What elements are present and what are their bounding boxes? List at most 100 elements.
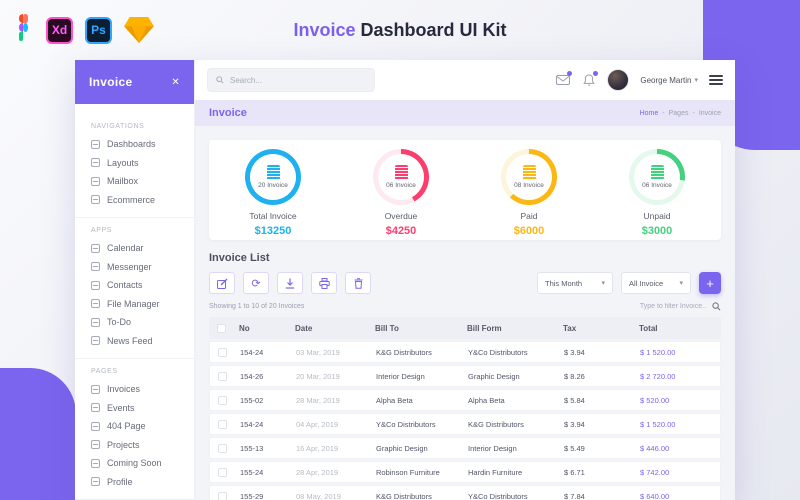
table-row[interactable]: 154-26 20 Mar, 2019 Interior Design Grap… xyxy=(209,365,721,387)
stat-amount: $6000 xyxy=(514,225,545,237)
notifications-bell-icon[interactable] xyxy=(581,73,596,88)
delete-button[interactable] xyxy=(345,272,371,294)
sidebar-item-layouts[interactable]: Layouts xyxy=(91,154,194,173)
row-checkbox[interactable] xyxy=(218,348,227,357)
sidebar-item-contacts[interactable]: Contacts xyxy=(91,276,194,295)
promo-canvas: Xd Ps Invoice Dashboard UI Kit Invoice ✕ xyxy=(0,0,800,500)
sidebar-item-events[interactable]: Events xyxy=(91,399,194,418)
row-checkbox[interactable] xyxy=(218,372,227,381)
sidebar-item-projects[interactable]: Projects xyxy=(91,436,194,455)
design-tool-icons: Xd Ps xyxy=(12,14,154,46)
row-checkbox[interactable] xyxy=(218,396,227,405)
table-row[interactable]: 154-24 03 Mar, 2019 K&G Distributors Y&C… xyxy=(209,341,721,363)
download-icon xyxy=(285,278,295,289)
sidebar-item-profile[interactable]: Profile xyxy=(91,473,194,492)
user-menu[interactable]: George Martin ▾ xyxy=(640,76,698,85)
breadcrumb-pages[interactable]: Pages xyxy=(669,110,689,117)
col-total: Total xyxy=(639,324,721,333)
sidebar-item-ecommerce[interactable]: Ecommerce xyxy=(91,191,194,210)
sidebar-item-404-page[interactable]: 404 Page xyxy=(91,417,194,436)
total-invoice-ring: 20 Invoice xyxy=(245,149,301,205)
sketch-icon xyxy=(124,17,154,43)
row-checkbox[interactable] xyxy=(218,420,227,429)
sidebar-section-navigations: NAVIGATIONS xyxy=(91,123,194,130)
edit-icon xyxy=(217,278,228,289)
invoice-summary-card: 20 Invoice Total Invoice $13250 06 Invoi… xyxy=(209,140,721,240)
col-no: No xyxy=(239,324,295,333)
select-all-checkbox[interactable] xyxy=(217,324,226,333)
sidebar-item-file-manager[interactable]: File Manager xyxy=(91,295,194,314)
search-input[interactable] xyxy=(230,76,350,85)
brand-logo-text: Invoice xyxy=(89,75,132,89)
notification-dot xyxy=(567,71,572,76)
col-date: Date xyxy=(295,324,375,333)
chevron-down-icon: ▾ xyxy=(694,76,698,84)
row-checkbox[interactable] xyxy=(218,444,227,453)
sidebar-item-messenger[interactable]: Messenger xyxy=(91,258,194,277)
print-button[interactable] xyxy=(311,272,337,294)
sidebar-item-news-feed[interactable]: News Feed xyxy=(91,332,194,351)
invoice-type-select[interactable]: All Invoice ▾ xyxy=(621,272,691,294)
row-checkbox[interactable] xyxy=(218,492,227,500)
dashboard-window: Invoice ✕ NAVIGATIONS Dashboards Layouts… xyxy=(75,60,735,500)
search-icon[interactable] xyxy=(712,302,721,311)
stat-amount: $4250 xyxy=(386,225,417,237)
search-box[interactable] xyxy=(207,68,375,92)
invoice-receipt-icon xyxy=(395,165,408,180)
stat-amount: $13250 xyxy=(255,225,292,237)
hamburger-menu-icon[interactable] xyxy=(709,75,723,85)
table-row[interactable]: 155-24 28 Apr, 2019 Robinson Furniture H… xyxy=(209,461,721,483)
row-checkbox[interactable] xyxy=(218,468,227,477)
table-header: No Date Bill To Bill Form Tax Total xyxy=(209,317,721,339)
invoice-receipt-icon xyxy=(651,165,664,180)
sidebar-section-pages: PAGES xyxy=(91,368,194,375)
table-filter[interactable] xyxy=(594,302,721,311)
refresh-button[interactable]: ⟳ xyxy=(243,272,269,294)
user-name: George Martin xyxy=(640,76,691,85)
figma-icon xyxy=(12,14,34,46)
table-row[interactable]: 154-24 04 Apr, 2019 Y&Co Distributors K&… xyxy=(209,413,721,435)
sidebar-item-invoices[interactable]: Invoices xyxy=(91,380,194,399)
sidebar-item-todo[interactable]: To-Do xyxy=(91,313,194,332)
stat-amount: $3000 xyxy=(642,225,673,237)
sidebar-section-apps: APPS xyxy=(91,227,194,234)
unpaid-ring: 06 Invoice xyxy=(629,149,685,205)
add-invoice-button[interactable]: + xyxy=(699,272,721,294)
stat-label: Overdue xyxy=(385,211,418,221)
messages-icon[interactable] xyxy=(555,73,570,88)
sidebar-item-coming-soon[interactable]: Coming Soon xyxy=(91,454,194,473)
top-navbar: George Martin ▾ xyxy=(195,60,735,100)
breadcrumb-bar: Invoice Home - Pages - Invoice xyxy=(195,100,735,126)
filter-input[interactable] xyxy=(594,303,706,310)
calendar-icon xyxy=(91,244,100,253)
chevron-down-icon: ▾ xyxy=(601,279,605,287)
todo-icon xyxy=(91,318,100,327)
promo-header: Xd Ps Invoice Dashboard UI Kit xyxy=(0,0,800,60)
invoice-toolbar: ⟳ This Month ▾ xyxy=(209,272,721,294)
table-row[interactable]: 155-13 16 Apr, 2019 Graphic Design Inter… xyxy=(209,437,721,459)
sidebar-close-icon[interactable]: ✕ xyxy=(171,77,180,88)
sidebar-divider xyxy=(75,358,195,359)
photoshop-icon: Ps xyxy=(85,17,112,44)
sidebar-item-dashboards[interactable]: Dashboards xyxy=(91,135,194,154)
download-button[interactable] xyxy=(277,272,303,294)
user-icon xyxy=(91,477,100,486)
edit-button[interactable] xyxy=(209,272,235,294)
mailbox-icon xyxy=(91,177,100,186)
table-row[interactable]: 155-02 28 Mar, 2019 Alpha Beta Alpha Bet… xyxy=(209,389,721,411)
print-icon xyxy=(319,278,330,289)
table-row[interactable]: 155-29 08 May, 2019 K&G Distributors Y&C… xyxy=(209,485,721,500)
promo-title-rest: Dashboard UI Kit xyxy=(361,20,507,40)
sidebar-item-calendar[interactable]: Calendar xyxy=(91,239,194,258)
stat-label: Paid xyxy=(520,211,537,221)
sidebar-item-mailbox[interactable]: Mailbox xyxy=(91,172,194,191)
invoice-receipt-icon xyxy=(267,165,280,180)
events-icon xyxy=(91,403,100,412)
chevron-down-icon: ▾ xyxy=(679,279,683,287)
promo-title: Invoice Dashboard UI Kit xyxy=(293,20,506,41)
user-avatar[interactable] xyxy=(607,69,629,91)
month-filter-select[interactable]: This Month ▾ xyxy=(537,272,613,294)
paid-ring: 08 Invoice xyxy=(501,149,557,205)
breadcrumb-home[interactable]: Home xyxy=(640,110,659,117)
news-icon xyxy=(91,336,100,345)
